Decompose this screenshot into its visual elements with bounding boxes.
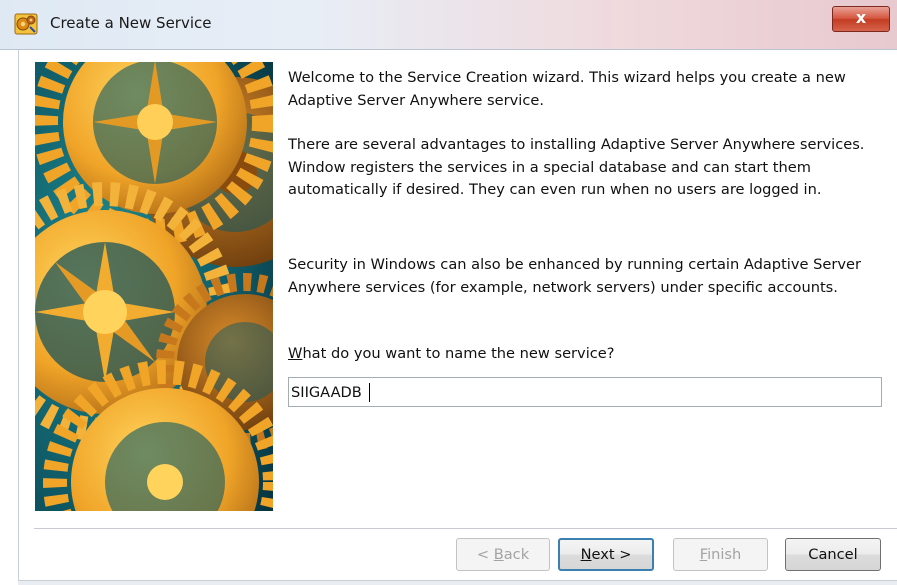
close-button[interactable]: x — [832, 6, 890, 32]
cancel-label: Cancel — [808, 546, 858, 563]
back-button[interactable]: < Back — [456, 538, 550, 571]
title-bar[interactable]: Create a New Service x — [0, 0, 897, 50]
close-icon: x — [855, 8, 867, 27]
window-title: Create a New Service — [50, 14, 212, 32]
back-mnemonic: B — [493, 546, 504, 563]
wizard-banner-image — [35, 62, 273, 511]
window-bottom-border — [18, 580, 897, 585]
service-name-input[interactable] — [288, 377, 882, 407]
finish-mnemonic: F — [699, 546, 708, 563]
finish-label: inish — [707, 546, 742, 563]
back-label: ack — [503, 546, 530, 563]
advantages-paragraph: There are several advantages to installi… — [288, 136, 865, 198]
next-mnemonic: N — [580, 546, 592, 563]
text-caret — [369, 383, 370, 402]
label-text: hat do you want to name the new service? — [302, 345, 615, 362]
finish-button[interactable]: Finish — [673, 538, 768, 571]
label-mnemonic: W — [288, 345, 303, 362]
next-button[interactable]: Next > — [558, 538, 654, 571]
gears-illustration — [35, 62, 273, 511]
next-label: ext > — [591, 546, 632, 563]
intro-paragraph: Welcome to the Service Creation wizard. … — [288, 69, 846, 109]
button-separator — [34, 528, 897, 529]
security-paragraph: Security in Windows can also be enhanced… — [288, 256, 861, 296]
app-gears-icon — [14, 13, 38, 35]
service-name-label: What do you want to name the new service… — [288, 343, 888, 366]
cancel-button[interactable]: Cancel — [785, 538, 881, 571]
create-service-dialog: Create a New Service x Welcome to the Se… — [0, 0, 897, 585]
back-prefix: < — [476, 546, 494, 563]
